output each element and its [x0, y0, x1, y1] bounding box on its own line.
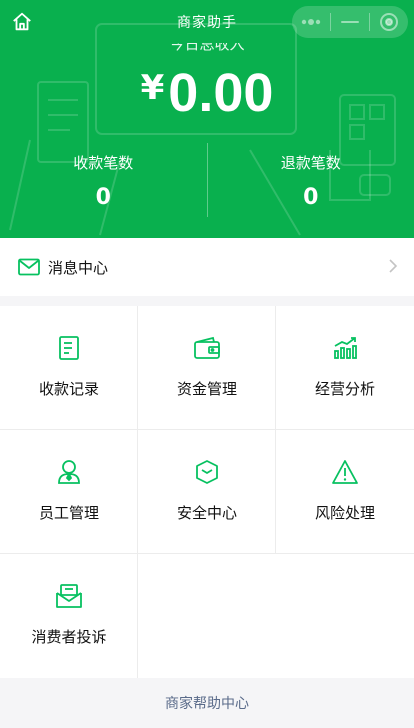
grid-item-label: 风险处理 [314, 504, 375, 522]
message-center-label: 消息中心 [48, 258, 109, 277]
more-dots-icon[interactable] [292, 6, 330, 38]
grid-item-label: 资金管理 [176, 380, 237, 398]
income-header: 商家助手 今日总收入 ¥0.00 收款笔数 0 退款笔数 0 [0, 0, 414, 238]
help-center-link[interactable]: 商家帮助中心 [0, 678, 414, 728]
grid-item-risk-handling[interactable]: 风险处理 [276, 430, 414, 554]
bar-chart-icon [331, 334, 359, 362]
grid-item-staff-management[interactable]: 员工管理 [0, 430, 138, 554]
complaint-mail-icon [55, 582, 83, 610]
close-target-icon[interactable] [370, 6, 408, 38]
stat-label: 收款笔数 [73, 154, 134, 172]
stat-value: 0 [303, 185, 319, 210]
navigation-bar: 商家助手 [0, 0, 414, 44]
income-stats: 收款笔数 0 退款笔数 0 [0, 143, 414, 217]
income-value: 0.00 [168, 63, 274, 123]
user-icon [55, 458, 83, 486]
stat-label: 退款笔数 [280, 154, 341, 172]
grid-item-fund-management[interactable]: 资金管理 [138, 306, 276, 430]
receipt-icon [55, 334, 83, 362]
grid-item-label: 员工管理 [38, 504, 99, 522]
shield-icon [193, 458, 221, 486]
grid-item-label: 安全中心 [176, 504, 237, 522]
function-grid: 收款记录 资金管理 经营分析 员工管理 安全中心 风险处理 消费者投诉 [0, 306, 414, 678]
income-amount: ¥0.00 [0, 62, 414, 124]
wallet-icon [193, 334, 221, 362]
grid-item-consumer-complaints[interactable]: 消费者投诉 [0, 554, 138, 678]
mail-icon [18, 258, 40, 276]
grid-item-label: 经营分析 [314, 380, 375, 398]
stat-refund-count[interactable]: 退款笔数 0 [208, 143, 414, 217]
message-center-row[interactable]: 消息中心 [0, 238, 414, 296]
chevron-right-icon [388, 258, 398, 278]
grid-item-business-analysis[interactable]: 经营分析 [276, 306, 414, 430]
minimize-icon[interactable] [331, 6, 369, 38]
mini-program-capsule [292, 6, 408, 38]
grid-item-label: 消费者投诉 [31, 628, 107, 646]
warning-icon [331, 458, 359, 486]
grid-item-payment-records[interactable]: 收款记录 [0, 306, 138, 430]
currency-symbol: ¥ [140, 68, 165, 108]
stat-value: 0 [95, 185, 111, 210]
grid-item-label: 收款记录 [38, 380, 99, 398]
grid-item-security-center[interactable]: 安全中心 [138, 430, 276, 554]
stat-payment-count[interactable]: 收款笔数 0 [0, 143, 207, 217]
